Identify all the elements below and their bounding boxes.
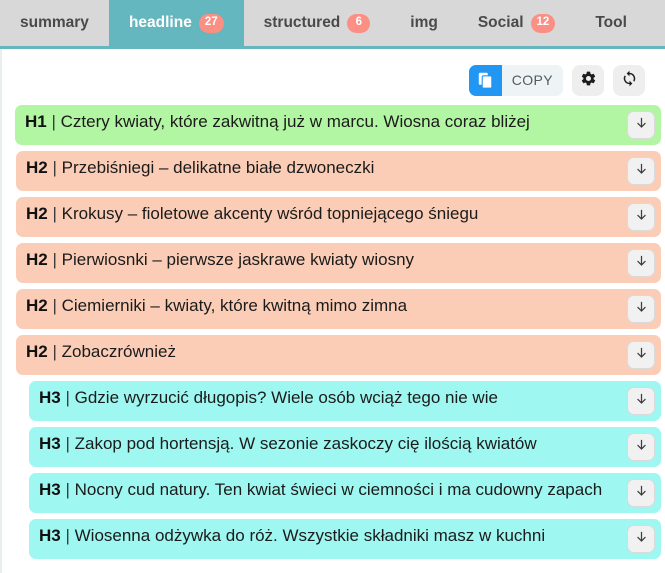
heading-separator: |	[52, 158, 57, 177]
tab-tool[interactable]: Tool	[575, 0, 647, 46]
tab-badge-count: 27	[198, 13, 224, 33]
heading-insert-button[interactable]	[627, 387, 655, 415]
tab-label: Social	[477, 14, 524, 32]
arrow-down-icon	[634, 162, 649, 180]
heading-insert-button[interactable]	[627, 295, 655, 323]
heading-insert-button[interactable]	[627, 249, 655, 277]
heading-level-tag: H2	[26, 342, 48, 361]
arrow-down-icon	[634, 392, 649, 410]
tab-badge-count: 6	[347, 13, 371, 33]
heading-row-text: H2 | Krokusy – fioletowe akcenty wśród t…	[26, 202, 627, 225]
heading-separator: |	[65, 480, 70, 499]
heading-text: Wiosenna odżywka do róż. Wszystkie skład…	[74, 526, 546, 545]
heading-row[interactable]: H3 | Nocny cud natury. Ten kwiat świeci …	[29, 473, 661, 513]
heading-level-tag: H2	[26, 204, 48, 223]
heading-separator: |	[65, 434, 70, 453]
heading-row-text: H2 | Ciemierniki – kwiaty, które kwitną …	[26, 294, 627, 317]
tab-summary[interactable]: summary	[0, 0, 109, 46]
heading-row-text: H2 | Przebiśniegi – delikatne białe dzwo…	[26, 156, 627, 179]
heading-row-text: H3 | Gdzie wyrzucić długopis? Wiele osób…	[39, 386, 627, 409]
arrow-down-icon	[634, 530, 649, 548]
content-toolbar: COPY	[3, 49, 665, 101]
heading-row[interactable]: H3 | Gdzie wyrzucić długopis? Wiele osób…	[29, 381, 661, 421]
heading-row-text: H2 | Zobaczrównież	[26, 340, 627, 363]
tab-headline[interactable]: headline 27	[108, 0, 244, 46]
heading-text: Gdzie wyrzucić długopis? Wiele osób wcią…	[74, 388, 498, 407]
tab-label: Tool	[595, 14, 627, 32]
copy-button-label: COPY	[511, 72, 553, 88]
heading-insert-button[interactable]	[627, 525, 655, 553]
heading-row[interactable]: H2 | Zobaczrównież	[16, 335, 661, 375]
heading-text: Przebiśniegi – delikatne białe dzwoneczk…	[61, 158, 375, 177]
tab-label: headline	[128, 14, 192, 32]
heading-level-tag: H3	[39, 480, 61, 499]
arrow-down-icon	[634, 208, 649, 226]
heading-text: Ciemierniki – kwiaty, które kwitną mimo …	[61, 296, 408, 315]
heading-separator: |	[51, 112, 56, 131]
heading-row-text: H3 | Nocny cud natury. Ten kwiat świeci …	[39, 478, 627, 501]
headings-list: H1 | Cztery kwiaty, które zakwitną już w…	[3, 101, 665, 559]
heading-separator: |	[65, 388, 70, 407]
heading-row[interactable]: H2 | Pierwiosnki – pierwsze jaskrawe kwi…	[16, 243, 661, 283]
heading-row[interactable]: H3 | Wiosenna odżywka do róż. Wszystkie …	[29, 519, 661, 559]
heading-insert-button[interactable]	[627, 433, 655, 461]
heading-separator: |	[52, 250, 57, 269]
heading-row-text: H1 | Cztery kwiaty, które zakwitną już w…	[25, 110, 627, 133]
heading-row[interactable]: H1 | Cztery kwiaty, które zakwitną już w…	[15, 105, 661, 145]
heading-text: Zakop pod hortensją. W sezonie zaskoczy …	[74, 434, 537, 453]
heading-text: Nocny cud natury. Ten kwiat świeci w cie…	[74, 480, 603, 499]
tab-label: img	[410, 14, 438, 32]
heading-row-text: H2 | Pierwiosnki – pierwsze jaskrawe kwi…	[26, 248, 627, 271]
heading-level-tag: H2	[26, 158, 48, 177]
heading-insert-button[interactable]	[627, 479, 655, 507]
heading-text: Pierwiosnki – pierwsze jaskrawe kwiaty w…	[61, 250, 415, 269]
heading-level-tag: H3	[39, 434, 61, 453]
heading-separator: |	[52, 342, 57, 361]
heading-row[interactable]: H2 | Krokusy – fioletowe akcenty wśród t…	[16, 197, 661, 237]
heading-row[interactable]: H2 | Przebiśniegi – delikatne białe dzwo…	[16, 151, 661, 191]
heading-separator: |	[65, 526, 70, 545]
heading-row[interactable]: H3 | Zakop pod hortensją. W sezonie zask…	[29, 427, 661, 467]
heading-insert-button[interactable]	[627, 203, 655, 231]
heading-text: Cztery kwiaty, które zakwitną już w marc…	[60, 112, 530, 131]
arrow-down-icon	[634, 484, 649, 502]
heading-row[interactable]: H2 | Ciemierniki – kwiaty, które kwitną …	[16, 289, 661, 329]
tab-social[interactable]: Social 12	[458, 0, 575, 46]
tab-badge-count: 12	[530, 13, 556, 33]
heading-row-text: H3 | Wiosenna odżywka do róż. Wszystkie …	[39, 524, 627, 547]
arrow-down-icon	[634, 116, 649, 134]
tab-bar: summary headline 27 structured 6 img Social 12 T…	[0, 0, 665, 46]
heading-insert-button[interactable]	[627, 341, 655, 369]
heading-separator: |	[52, 204, 57, 223]
tab-structured[interactable]: structured 6	[244, 0, 391, 46]
gear-icon	[580, 70, 597, 90]
tab-label: summary	[20, 14, 89, 32]
copy-button[interactable]: COPY	[468, 64, 563, 96]
heading-level-tag: H2	[26, 296, 48, 315]
heading-row-text: H3 | Zakop pod hortensją. W sezonie zask…	[39, 432, 627, 455]
arrow-down-icon	[634, 346, 649, 364]
heading-text: Zobaczrównież	[61, 342, 176, 361]
heading-separator: |	[52, 296, 57, 315]
content-panel: COPY H1 | Cztery kwiaty, które zakwitną …	[0, 49, 665, 573]
refresh-sync-icon	[621, 70, 638, 90]
arrow-down-icon	[634, 254, 649, 272]
heading-text: Krokusy – fioletowe akcenty wśród topnie…	[61, 204, 479, 223]
app-window: summary headline 27 structured 6 img Social 12 T…	[0, 0, 665, 573]
heading-level-tag: H3	[39, 526, 61, 545]
heading-level-tag: H3	[39, 388, 61, 407]
tab-label: structured	[263, 14, 341, 32]
arrow-down-icon	[634, 300, 649, 318]
heading-insert-button[interactable]	[627, 111, 655, 139]
copy-document-icon	[468, 64, 502, 96]
tab-img[interactable]: img	[390, 0, 458, 46]
refresh-button[interactable]	[613, 64, 645, 96]
heading-level-tag: H1	[25, 112, 47, 131]
heading-insert-button[interactable]	[627, 157, 655, 185]
settings-button[interactable]	[572, 64, 604, 96]
heading-level-tag: H2	[26, 250, 48, 269]
arrow-down-icon	[634, 438, 649, 456]
